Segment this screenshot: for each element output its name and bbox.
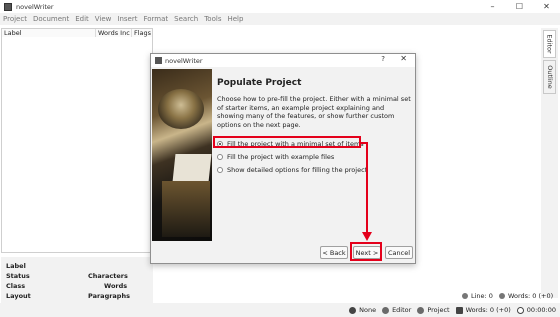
- status-editor: Editor: [392, 306, 412, 314]
- tab-editor[interactable]: Editor: [543, 30, 556, 58]
- spell-lang-icon: [349, 306, 357, 314]
- menu-edit[interactable]: Edit: [75, 15, 89, 23]
- option-example[interactable]: Fill the project with example files: [217, 153, 334, 161]
- back-button[interactable]: < Back: [320, 246, 348, 259]
- minimize-button[interactable]: –: [479, 0, 506, 13]
- detail-paragraphs: Paragraphs: [88, 292, 130, 300]
- detail-label: Label: [6, 262, 26, 270]
- column-label[interactable]: Label: [2, 29, 96, 37]
- menu-format[interactable]: Format: [143, 15, 168, 23]
- dialog-title: novelWriter: [165, 56, 203, 65]
- menu-search[interactable]: Search: [174, 15, 198, 23]
- app-icon: [4, 2, 12, 11]
- annotation-arrowhead-icon: [362, 232, 372, 241]
- line-icon: [462, 293, 468, 299]
- option-custom-label: Show detailed options for filling the pr…: [227, 166, 368, 174]
- item-details-panel: Label Status Class Layout Characters Wor…: [1, 257, 153, 307]
- words-icon: [498, 293, 505, 299]
- menu-view[interactable]: View: [95, 15, 112, 23]
- annotation-arrow-segment: [366, 142, 368, 234]
- dialog-app-icon: [155, 57, 162, 64]
- menu-bar: Project Document Edit View Insert Format…: [0, 13, 560, 25]
- menu-document[interactable]: Document: [33, 15, 69, 23]
- close-window-button[interactable]: ✕: [533, 0, 560, 13]
- menu-help[interactable]: Help: [227, 15, 243, 23]
- editor-footer: Line: 0 Words: 0 (+0): [456, 292, 553, 300]
- line-count: Line: 0: [471, 292, 493, 300]
- window-controls: – ☐ ✕: [479, 0, 560, 13]
- maximize-button[interactable]: ☐: [506, 0, 533, 13]
- populate-project-dialog: novelWriter ? ✕ Populate Project Choose …: [150, 53, 416, 264]
- dialog-description: Choose how to pre-fill the project. Eith…: [217, 95, 411, 129]
- option-example-label: Fill the project with example files: [227, 153, 335, 161]
- highlight-minimal-option: [213, 136, 361, 148]
- status-project: Project: [427, 306, 450, 314]
- detail-status: Status: [6, 272, 30, 280]
- dialog-titlebar: novelWriter ? ✕: [151, 54, 415, 67]
- typewriter-image: [152, 69, 212, 241]
- status-time: 00:00:00: [526, 306, 556, 314]
- clock-icon: [516, 306, 524, 314]
- window-title: novelWriter: [16, 2, 54, 11]
- view-tabs: Editor Outline: [541, 28, 558, 298]
- project-status-icon: [417, 306, 425, 314]
- radio-custom[interactable]: [217, 167, 223, 173]
- close-icon[interactable]: ✕: [400, 54, 407, 63]
- highlight-next-button: [350, 242, 382, 261]
- editor-status-icon: [382, 306, 390, 314]
- words-status-icon: [455, 306, 463, 314]
- detail-class: Class: [6, 282, 26, 290]
- tab-outline[interactable]: Outline: [543, 60, 556, 94]
- column-flags[interactable]: Flags: [132, 29, 152, 37]
- detail-characters: Characters: [88, 272, 128, 280]
- project-tree[interactable]: [1, 37, 153, 253]
- word-count: Words: 0 (+0): [507, 292, 554, 300]
- tab-outline-label: Outline: [545, 65, 554, 89]
- option-custom[interactable]: Show detailed options for filling the pr…: [217, 166, 367, 174]
- radio-example[interactable]: [217, 154, 223, 160]
- dialog-heading: Populate Project: [217, 78, 302, 88]
- tab-editor-label: Editor: [545, 34, 554, 54]
- menu-tools[interactable]: Tools: [204, 15, 221, 23]
- menu-project[interactable]: Project: [3, 15, 27, 23]
- status-language: None: [359, 306, 377, 314]
- cancel-button[interactable]: Cancel: [385, 246, 413, 259]
- detail-layout: Layout: [6, 292, 31, 300]
- help-icon[interactable]: ?: [381, 55, 385, 63]
- column-words[interactable]: Words Inc: [96, 29, 132, 37]
- status-words: Words: 0 (+0): [465, 306, 511, 314]
- detail-words: Words: [104, 282, 128, 290]
- window-titlebar: novelWriter – ☐ ✕: [0, 0, 560, 13]
- status-bar: None Editor Project Words: 0 (+0) 00:00:…: [0, 303, 560, 317]
- menu-insert[interactable]: Insert: [117, 15, 137, 23]
